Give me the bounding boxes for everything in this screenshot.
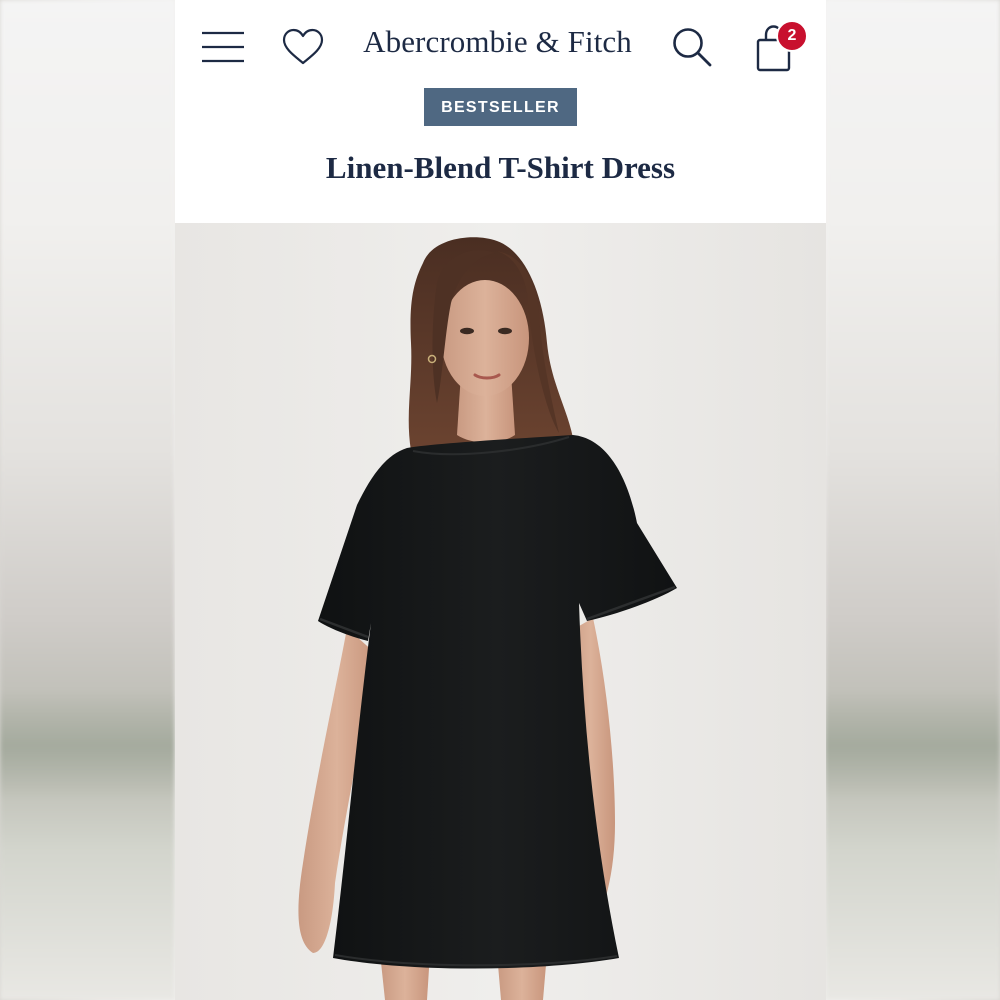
shopping-bag-button[interactable]: 2: [747, 18, 813, 74]
product-page: Abercrombie & Fitch 2 BESTSELLER Linen-B…: [175, 0, 826, 1000]
menu-button[interactable]: [197, 24, 249, 70]
model-illustration: [175, 223, 826, 1000]
blurred-background-left: [0, 0, 175, 1000]
wishlist-button[interactable]: [277, 24, 329, 70]
cart-count-badge: 2: [776, 20, 808, 52]
product-title: Linen-Blend T-Shirt Dress: [325, 150, 676, 185]
heart-icon: [282, 28, 324, 65]
hamburger-menu-icon: [202, 31, 244, 63]
search-button[interactable]: [666, 22, 718, 72]
bestseller-badge: BESTSELLER: [424, 88, 577, 126]
brand-logo[interactable]: Abercrombie & Fitch: [345, 24, 650, 60]
top-navigation-bar: Abercrombie & Fitch 2: [175, 0, 826, 90]
blurred-background-right: [825, 0, 1000, 1000]
search-icon: [673, 28, 712, 67]
product-image[interactable]: [175, 223, 826, 1000]
